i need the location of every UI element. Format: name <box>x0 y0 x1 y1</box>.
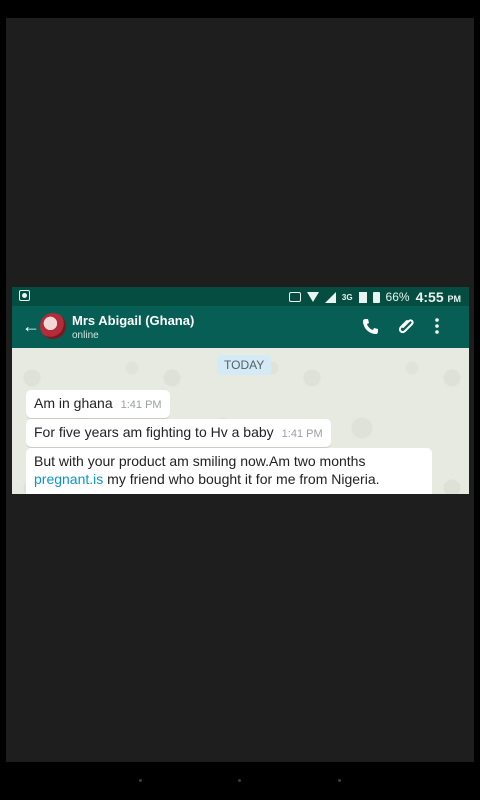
message-time: 1:41 PM <box>281 428 323 440</box>
battery-icon <box>372 291 380 303</box>
avatar[interactable] <box>40 313 66 339</box>
message-bubble[interactable]: But with your product am smiling now.Am … <box>26 448 432 494</box>
status-bar: 3G 66% 4:55 PM <box>12 287 469 306</box>
message-text: For five years am fighting to Hv a baby <box>34 424 274 440</box>
notification-icon <box>19 290 30 301</box>
nav-dot <box>238 779 241 782</box>
paperclip-icon[interactable] <box>398 317 416 335</box>
date-separator: TODAY <box>217 355 272 375</box>
message-text-line: But with your product am smiling now.Am … <box>34 453 366 469</box>
network-type: 3G <box>341 292 353 302</box>
message-link[interactable]: pregnant.is <box>34 471 103 487</box>
message-time: 1:41 PM <box>120 399 162 411</box>
arrow-left-icon[interactable]: ← <box>22 316 40 336</box>
nav-dot <box>338 779 341 782</box>
contact-name[interactable]: Mrs Abigail (Ghana) <box>72 313 194 328</box>
sim-icon <box>358 291 367 303</box>
chat-header: ← Mrs Abigail (Ghana) online <box>12 306 469 348</box>
signal-icon <box>324 291 336 303</box>
message-text: Am in ghana <box>34 395 113 411</box>
clock: 4:55 PM <box>415 289 461 305</box>
phone-icon[interactable] <box>362 317 378 335</box>
message-bubble[interactable]: Am in ghana 1:41 PM <box>26 390 170 418</box>
message-bubble[interactable]: For five years am fighting to Hv a baby 1… <box>26 419 331 447</box>
more-vertical-icon[interactable] <box>433 317 441 335</box>
chat-body: TODAY Am in ghana 1:41 PM For five years … <box>12 348 469 494</box>
wifi-icon <box>306 292 319 302</box>
message-text-line: my friend who bought it for me from Nige… <box>103 471 380 487</box>
battery-percent: 66% <box>385 290 410 304</box>
contact-status: online <box>72 330 99 341</box>
nav-dot <box>139 779 142 782</box>
whatsapp-screenshot[interactable]: 3G 66% 4:55 PM ← Mrs Abigail (Ghana) onl… <box>12 287 469 494</box>
cast-icon <box>288 292 301 302</box>
